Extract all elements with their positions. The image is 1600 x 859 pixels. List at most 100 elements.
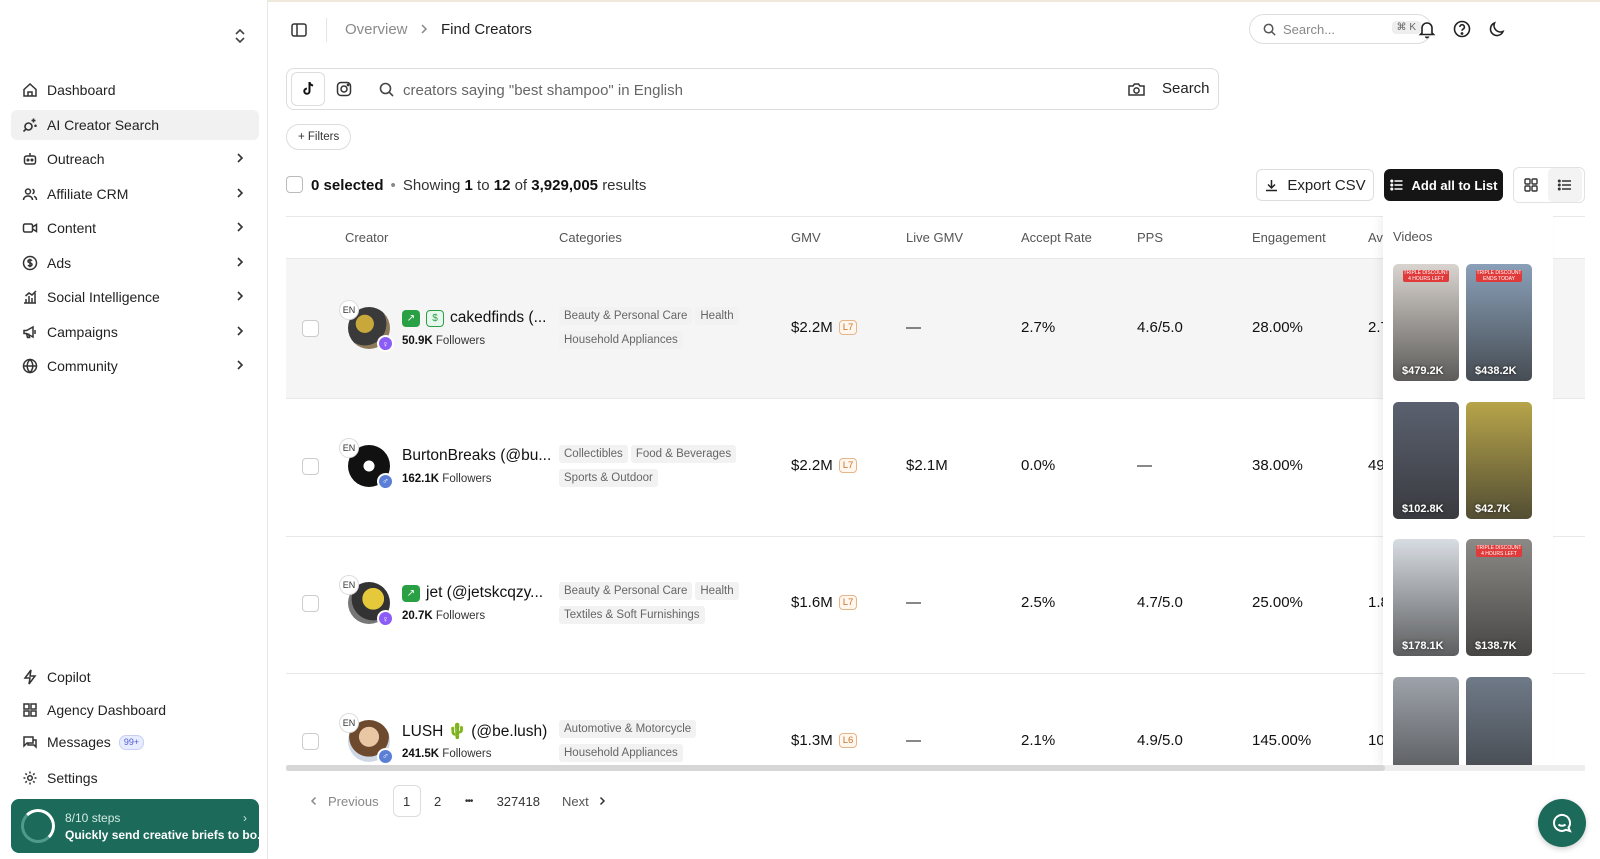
- column-accept-rate[interactable]: Accept Rate: [1021, 230, 1092, 245]
- follower-label: Followers: [435, 610, 486, 622]
- sidebar-item-settings[interactable]: Settings: [11, 763, 259, 793]
- filters-button[interactable]: + Filters: [286, 124, 352, 150]
- sidebar-item-campaigns[interactable]: Campaigns: [11, 317, 259, 347]
- trending-icon: ↗: [402, 309, 420, 327]
- sidebar-item-content[interactable]: Content: [11, 213, 259, 243]
- list-view-button[interactable]: [1548, 168, 1582, 202]
- video-thumbnail[interactable]: $178.1K: [1393, 539, 1459, 656]
- video-thumbnail[interactable]: TRIPLE DISCOUNT 4 HOURS LEFT $479.2K: [1393, 264, 1459, 381]
- creator-name[interactable]: jet (@jetskcqzy...: [426, 584, 543, 602]
- sidebar-item-dashboard[interactable]: Dashboard: [11, 75, 259, 105]
- gmv-value: $2.2M: [791, 456, 833, 474]
- sidebar-item-affiliate-crm[interactable]: Affiliate CRM: [11, 179, 259, 209]
- sidebar-item-outreach[interactable]: Outreach: [11, 144, 259, 174]
- help-icon[interactable]: [1452, 19, 1472, 39]
- sidebar-item-ai-creator-search[interactable]: AI Creator Search: [11, 109, 259, 140]
- chevron-right-icon: [421, 24, 428, 34]
- next-page-button[interactable]: Next: [562, 794, 608, 809]
- creator-name[interactable]: LUSH 🌵 (@be.lush): [402, 722, 547, 741]
- gear-icon: [21, 769, 39, 787]
- horizontal-scrollbar[interactable]: [286, 765, 1585, 771]
- chevron-right-icon: [233, 151, 247, 165]
- sidebar-item-copilot[interactable]: Copilot: [11, 662, 259, 692]
- sidebar-item-social-intelligence[interactable]: Social Intelligence: [11, 282, 259, 312]
- row-checkbox[interactable]: [302, 732, 319, 750]
- creator-name[interactable]: BurtonBreaks (@bu...: [402, 447, 551, 465]
- select-all-checkbox[interactable]: [286, 176, 303, 193]
- video-thumbnail[interactable]: $42.7K: [1466, 401, 1532, 519]
- row-checkbox[interactable]: [302, 457, 319, 475]
- support-chat-button[interactable]: [1538, 799, 1586, 847]
- gmv-level-badge: L7: [838, 320, 858, 335]
- gmv-level-badge: L7: [838, 595, 858, 610]
- video-thumbnail[interactable]: TRIPLE DISCOUNT ENDS TODAY $438.2K: [1466, 264, 1532, 381]
- sidebar-item-agency-dashboard[interactable]: Agency Dashboard: [11, 695, 259, 725]
- sidebar-item-community[interactable]: Community: [11, 351, 259, 381]
- results-to-word: to: [477, 177, 490, 194]
- sidebar-item-label: AI Creator Search: [47, 116, 160, 133]
- page-button-1[interactable]: 1: [392, 785, 421, 817]
- steps-description: Quickly send creative briefs to bo...: [65, 827, 268, 842]
- row-checkbox[interactable]: [302, 595, 319, 612]
- bell-icon[interactable]: [1417, 19, 1437, 39]
- live-gmv-cell: —: [906, 594, 921, 611]
- page-button-2[interactable]: 2: [424, 785, 452, 817]
- pps-cell: 4.6/5.0: [1137, 319, 1183, 336]
- creator-name-line: ↗ $ cakedfinds (...: [402, 309, 547, 327]
- pagination: Previous 1 2 ••• 327418 Next: [308, 785, 608, 817]
- creator-search-input[interactable]: [403, 78, 1093, 102]
- next-label: Next: [561, 793, 589, 809]
- view-toggle: [1513, 167, 1585, 203]
- export-csv-button[interactable]: Export CSV: [1256, 169, 1374, 201]
- creator-name[interactable]: cakedfinds (...: [450, 309, 547, 327]
- row-checkbox[interactable]: [302, 320, 319, 337]
- video-thumbnail[interactable]: [1466, 676, 1532, 766]
- engagement-cell: 28.00%: [1252, 319, 1303, 336]
- sidebar-item-label: Community: [47, 358, 118, 374]
- onboarding-steps-card[interactable]: 8/10 steps Quickly send creative briefs …: [11, 799, 267, 853]
- video-thumbnail[interactable]: TRIPLE DISCOUNT 4 HOURS LEFT $138.7K: [1466, 539, 1532, 656]
- category-tag: Household Appliances: [559, 743, 683, 762]
- instagram-platform-button[interactable]: [327, 72, 361, 106]
- video-thumbnail[interactable]: [1393, 676, 1459, 766]
- results-showing-label: Showing: [402, 177, 461, 194]
- chevron-right-icon: [233, 220, 247, 234]
- gender-icon: ♀: [377, 610, 394, 627]
- pps-cell: —: [1137, 456, 1152, 474]
- camera-icon[interactable]: [1127, 81, 1146, 98]
- categories-cell: Beauty & Personal Care Health Textiles & S…: [559, 581, 749, 629]
- column-pps[interactable]: PPS: [1137, 230, 1163, 245]
- grid-icon: [21, 701, 39, 719]
- sidebar-item-ads[interactable]: Ads: [11, 248, 259, 278]
- tiktok-platform-button[interactable]: [291, 72, 325, 106]
- add-all-to-list-button[interactable]: Add all to List: [1384, 169, 1503, 201]
- results-suffix: results: [602, 177, 647, 194]
- video-thumbnail[interactable]: $102.8K: [1393, 401, 1459, 519]
- shop-icon: $: [426, 309, 444, 327]
- dark-mode-icon[interactable]: [1487, 19, 1507, 39]
- grid-view-button[interactable]: [1514, 168, 1548, 202]
- column-creator[interactable]: Creator: [345, 230, 388, 245]
- gmv-level-badge: L6: [838, 732, 858, 748]
- chevron-right-icon: [233, 358, 247, 372]
- breadcrumb-overview[interactable]: Overview: [345, 21, 408, 38]
- sidebar-toggle-icon[interactable]: [290, 21, 308, 39]
- sidebar-item-messages[interactable]: Messages 99+: [11, 727, 259, 757]
- previous-page-button[interactable]: Previous: [308, 794, 379, 809]
- column-videos: Videos: [1393, 229, 1433, 244]
- column-gmv[interactable]: GMV: [791, 230, 821, 245]
- scrollbar-thumb[interactable]: [286, 765, 1385, 771]
- workspace-switch-icon[interactable]: [232, 28, 248, 44]
- column-engagement[interactable]: Engagement: [1252, 230, 1326, 245]
- search-button[interactable]: Search: [1162, 80, 1210, 97]
- gmv-value: $1.3M: [791, 731, 833, 749]
- accept-rate-cell: 0.0%: [1021, 456, 1056, 474]
- follower-number: 162.1K: [402, 472, 440, 485]
- category-tag: Food & Beverages: [630, 444, 737, 463]
- category-tag: Health: [695, 582, 739, 600]
- column-live-gmv[interactable]: Live GMV: [906, 230, 963, 245]
- column-categories[interactable]: Categories: [559, 230, 622, 245]
- video-banner: TRIPLE DISCOUNT 4 HOURS LEFT: [1403, 270, 1449, 282]
- page-button-last[interactable]: 327418: [491, 785, 546, 817]
- global-search[interactable]: Search... ⌘ K: [1249, 14, 1432, 44]
